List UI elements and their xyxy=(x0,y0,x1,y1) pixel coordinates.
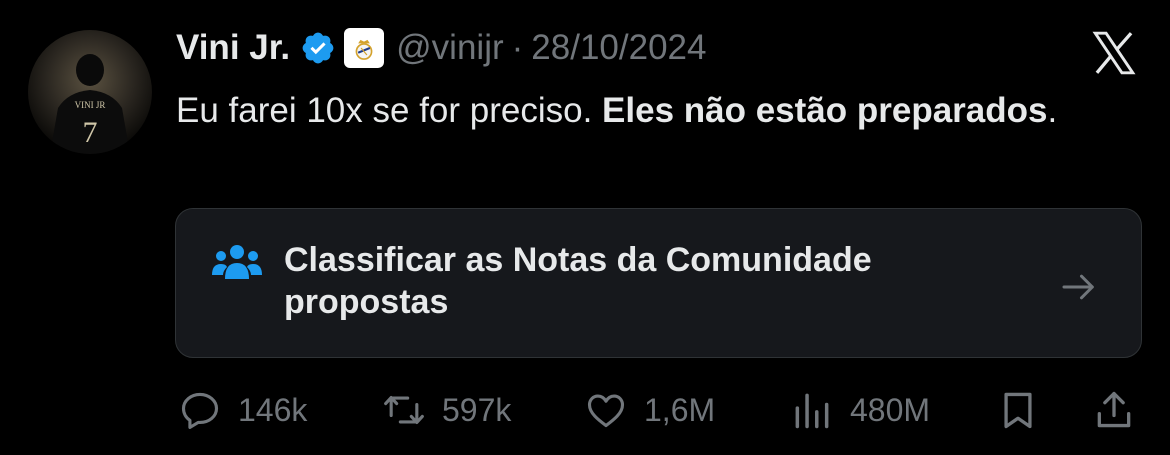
arrow-right-icon xyxy=(1059,267,1099,307)
avatar-jersey-text: VINI JR xyxy=(75,100,106,110)
reply-count: 146k xyxy=(238,391,308,428)
share-icon xyxy=(1097,391,1131,428)
bookmark-icon xyxy=(1004,392,1032,429)
avatar[interactable]: VINI JR 7 xyxy=(28,30,152,154)
reply-icon xyxy=(181,392,219,429)
real-madrid-crest-icon[interactable] xyxy=(344,28,385,68)
tweet-date[interactable]: 28/10/2024 xyxy=(531,28,706,68)
tweet-text-regular: Eu farei 10x se for preciso. xyxy=(176,91,603,130)
repost-button[interactable]: 597k xyxy=(382,388,511,432)
views-count: 480M xyxy=(850,391,931,428)
heart-icon xyxy=(587,394,625,428)
like-button[interactable]: 1,6M xyxy=(584,388,715,432)
analytics-icon xyxy=(795,393,829,429)
share-button[interactable] xyxy=(1092,388,1136,432)
svg-text:7: 7 xyxy=(83,116,98,149)
community-notes-card[interactable]: Classificar as Notas da Comunidade propo… xyxy=(175,208,1142,358)
bookmark-button[interactable] xyxy=(996,388,1040,432)
tweet-text: Eu farei 10x se for preciso. Eles não es… xyxy=(176,84,1076,138)
views-button[interactable]: 480M xyxy=(790,388,930,432)
tweet-text-bold: Eles não estão preparados xyxy=(602,91,1048,130)
x-logo-icon[interactable] xyxy=(1088,28,1140,78)
reply-button[interactable]: 146k xyxy=(178,388,307,432)
header-separator: · xyxy=(511,28,524,67)
author-handle[interactable]: @vinijr xyxy=(396,28,503,68)
repost-icon xyxy=(384,395,424,425)
tweet-text-end: . xyxy=(1047,91,1058,130)
author-name[interactable]: Vini Jr. xyxy=(176,28,290,68)
like-count: 1,6M xyxy=(644,391,716,428)
people-icon xyxy=(212,243,262,283)
avatar-image: VINI JR 7 xyxy=(50,54,130,154)
verified-badge-icon[interactable] xyxy=(300,30,336,66)
tweet-header: Vini Jr. @vinijr · 28/10/2024 xyxy=(176,24,706,72)
tweet-actions: 146k 597k 1,6M 480M xyxy=(178,382,1138,438)
community-notes-label: Classificar as Notas da Comunidade propo… xyxy=(284,241,872,321)
repost-count: 597k xyxy=(442,391,512,428)
